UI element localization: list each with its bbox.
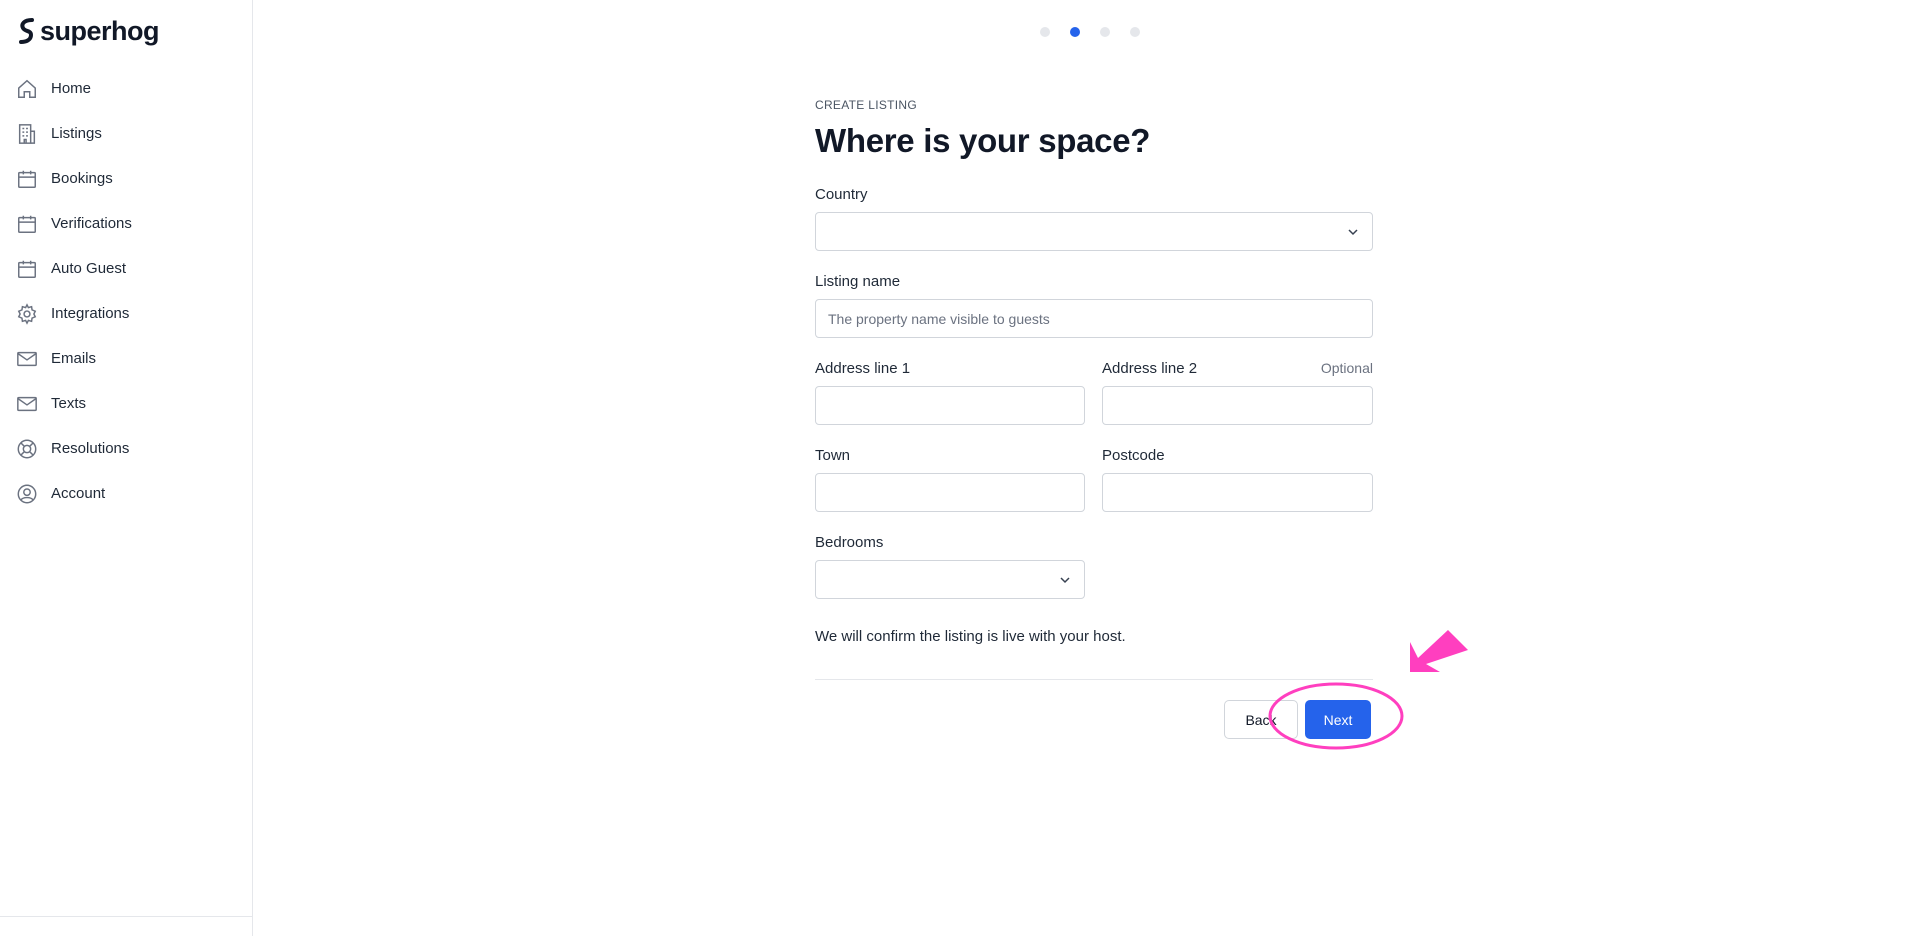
listing-name-placeholder: The property name visible to guests [828, 310, 1050, 327]
mail-icon [17, 396, 37, 411]
sidebar-item-label: Auto Guest [51, 260, 127, 277]
town-input[interactable] [815, 473, 1085, 512]
sidebar-item-emails[interactable]: Emails [0, 336, 252, 381]
sidebar-item-label: Texts [51, 395, 87, 412]
brand-name: superhog [40, 15, 160, 46]
optional-hint: Optional [1320, 360, 1373, 376]
sidebar-item-bookings[interactable]: Bookings [0, 156, 252, 201]
step-indicator [1040, 27, 1140, 37]
bedrooms-select[interactable] [815, 560, 1085, 599]
sidebar-item-verifications[interactable]: Verifications [0, 201, 252, 246]
sidebar: superhog Home Listings Bookings Verifica… [0, 0, 253, 936]
bedrooms-field: Bedrooms [815, 534, 1085, 599]
step-dot-2-active [1070, 27, 1080, 37]
superhog-logo-icon [19, 18, 34, 44]
sidebar-item-label: Bookings [51, 170, 113, 187]
mail-icon [17, 351, 37, 366]
page-title: Where is your space? [815, 122, 1151, 159]
country-select[interactable] [815, 212, 1373, 251]
form-eyebrow: CREATE LISTING [815, 98, 917, 112]
sidebar-item-label: Emails [51, 350, 97, 367]
postcode-label: Postcode [1102, 447, 1165, 464]
annotation-arrow-icon [1410, 630, 1468, 672]
calendar-icon [18, 260, 36, 278]
town-label: Town [815, 447, 851, 464]
sidebar-item-label: Resolutions [51, 440, 130, 457]
sidebar-item-label: Verifications [51, 215, 132, 232]
sidebar-item-label: Account [51, 485, 106, 502]
listing-name-label: Listing name [815, 273, 901, 290]
sidebar-item-label: Home [51, 80, 92, 97]
confirmation-note: We will confirm the listing is live with… [815, 628, 1126, 645]
create-listing-form: CREATE LISTING Where is your space? [815, 98, 1373, 160]
address-line-1-label: Address line 1 [815, 360, 911, 377]
chevron-down-icon [1060, 577, 1070, 584]
sidebar-item-listings[interactable]: Listings [0, 111, 252, 156]
sidebar-item-label: Integrations [51, 305, 130, 322]
sidebar-footer [0, 916, 252, 936]
address-line-1-input[interactable] [815, 386, 1085, 425]
sidebar-item-account[interactable]: Account [0, 471, 252, 516]
user-circle-icon [17, 484, 37, 503]
chevron-down-icon [1348, 229, 1358, 236]
country-field: Country [815, 186, 1373, 251]
gear-icon [17, 302, 37, 325]
next-button[interactable]: Next [1305, 700, 1371, 739]
calendar-icon [18, 215, 36, 233]
brand-logo[interactable]: superhog [18, 14, 160, 48]
address-line-2-label: Address line 2 [1102, 360, 1198, 377]
step-dot-3 [1100, 27, 1110, 37]
postcode-input[interactable] [1102, 473, 1373, 512]
address-line-2-field: Address line 2 Optional [1102, 360, 1373, 425]
back-button[interactable]: Back [1224, 700, 1298, 739]
listing-name-field: Listing name The property name visible t… [815, 273, 1373, 338]
lifebuoy-icon [17, 439, 37, 458]
postcode-field: Postcode [1102, 447, 1373, 512]
sidebar-item-integrations[interactable]: Integrations [0, 291, 252, 336]
listing-name-input[interactable]: The property name visible to guests [815, 299, 1373, 338]
sidebar-item-home[interactable]: Home [0, 66, 252, 111]
home-icon [18, 79, 36, 98]
step-dot-4 [1130, 27, 1140, 37]
sidebar-item-texts[interactable]: Texts [0, 381, 252, 426]
address-line-1-field: Address line 1 [815, 360, 1085, 425]
step-dot-1 [1040, 27, 1050, 37]
form-divider [815, 679, 1373, 680]
building-icon [18, 123, 36, 144]
sidebar-item-auto-guest[interactable]: Auto Guest [0, 246, 252, 291]
town-field: Town [815, 447, 1085, 512]
sidebar-item-resolutions[interactable]: Resolutions [0, 426, 252, 471]
bedrooms-label: Bedrooms [815, 534, 884, 551]
sidebar-item-label: Listings [51, 125, 102, 142]
sidebar-nav: Home Listings Bookings Verifications Aut… [0, 66, 252, 516]
country-label: Country [815, 186, 868, 203]
address-line-2-input[interactable] [1102, 386, 1373, 425]
calendar-icon [18, 170, 36, 188]
